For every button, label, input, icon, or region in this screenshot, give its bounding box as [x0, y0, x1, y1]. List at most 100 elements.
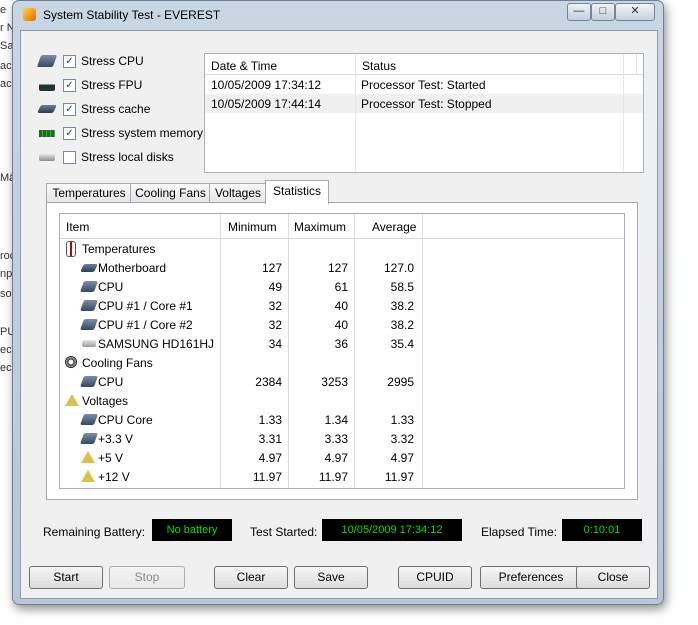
- preferences-button[interactable]: Preferences: [480, 566, 582, 589]
- log-row[interactable]: 10/05/2009 17:44:14 Processor Test: Stop…: [205, 94, 643, 113]
- disk-drive-icon: [82, 340, 96, 347]
- maximize-button[interactable]: □: [591, 3, 615, 21]
- cache-chip-icon: [37, 105, 57, 113]
- battery-display: No battery: [152, 519, 232, 541]
- stress-cache-label: Stress cache: [81, 102, 151, 116]
- table-row[interactable]: +12 V 11.97 11.97 11.97: [60, 467, 624, 486]
- header-maximum[interactable]: Maximum: [294, 220, 346, 234]
- table-row[interactable]: Motherboard 127 127 127.0: [60, 258, 624, 277]
- item-label: +3.3 V: [98, 432, 134, 446]
- thermometer-icon: [66, 241, 76, 257]
- min-value: 127: [261, 261, 282, 275]
- item-label: +5 V: [98, 451, 124, 465]
- cpu-chip-icon: [79, 376, 99, 387]
- battery-label: Remaining Battery:: [43, 525, 146, 539]
- clear-button[interactable]: Clear: [214, 566, 288, 589]
- stress-cache-checkbox[interactable]: ✓: [63, 102, 76, 116]
- max-value: 3253: [321, 375, 348, 389]
- table-row[interactable]: CPU Core 1.33 1.34 1.33: [60, 410, 624, 429]
- voltage-icon: [81, 451, 95, 463]
- min-value: 32: [268, 299, 282, 313]
- item-label: SAMSUNG HD161HJ: [98, 337, 215, 351]
- statistics-table[interactable]: Item Minimum Maximum Average Temperature…: [59, 213, 625, 489]
- stress-disks-checkbox[interactable]: [63, 150, 76, 164]
- stress-fpu-option[interactable]: ✓ Stress FPU: [39, 75, 142, 95]
- table-row[interactable]: Cooling Fans: [60, 353, 624, 372]
- minimize-button[interactable]: —: [567, 3, 591, 21]
- stress-memory-checkbox[interactable]: ✓: [63, 126, 76, 140]
- table-row[interactable]: CPU 49 61 58.5: [60, 277, 624, 296]
- table-row[interactable]: SAMSUNG HD161HJ 34 36 35.4: [60, 334, 624, 353]
- min-value: 49: [268, 280, 282, 294]
- close-button[interactable]: Close: [576, 566, 650, 589]
- avg-value: 3.32: [390, 432, 414, 446]
- avg-value: 11.97: [384, 470, 414, 484]
- table-row[interactable]: +3.3 V 3.31 3.33 3.32: [60, 429, 624, 448]
- table-row[interactable]: Voltages: [60, 391, 624, 410]
- log-header-status[interactable]: Status: [356, 54, 637, 74]
- disk-drive-icon: [39, 153, 55, 161]
- everest-app-icon: [23, 8, 36, 21]
- avg-value: 1.33: [390, 413, 414, 427]
- min-value: 32: [268, 318, 282, 332]
- log-datetime: 10/05/2009 17:34:12: [211, 77, 322, 92]
- tab-voltages[interactable]: Voltages: [209, 183, 267, 203]
- cpu-chip-icon: [79, 319, 99, 330]
- table-row[interactable]: Temperatures: [60, 239, 624, 258]
- stress-fpu-checkbox[interactable]: ✓: [63, 78, 76, 92]
- group-label: Temperatures: [82, 242, 156, 256]
- log-header-datetime[interactable]: Date & Time: [205, 54, 356, 74]
- max-value: 4.97: [324, 451, 348, 465]
- tab-statistics[interactable]: Statistics: [265, 180, 329, 204]
- max-value: 40: [334, 299, 348, 313]
- log-datetime: 10/05/2009 17:44:14: [211, 96, 322, 111]
- header-minimum[interactable]: Minimum: [228, 220, 277, 234]
- tab-temperatures[interactable]: Temperatures: [46, 183, 132, 203]
- fpu-icon: [39, 79, 55, 91]
- cpu-chip-icon: [36, 55, 58, 67]
- avg-value: 38.2: [390, 318, 414, 332]
- max-value: 3.33: [324, 432, 348, 446]
- cpu-chip-icon: [79, 433, 99, 444]
- max-value: 127: [327, 261, 348, 275]
- stress-disks-option[interactable]: Stress local disks: [39, 147, 174, 167]
- group-label: Voltages: [82, 394, 129, 408]
- item-label: CPU: [98, 280, 124, 294]
- statistics-panel: Item Minimum Maximum Average Temperature…: [46, 202, 638, 500]
- avg-value: 58.5: [390, 280, 414, 294]
- tab-cooling-fans[interactable]: Cooling Fans: [130, 183, 211, 203]
- status-log-list[interactable]: Date & Time Status 10/05/2009 17:34:12 P…: [204, 53, 644, 173]
- stress-memory-option[interactable]: ✓ Stress system memory: [39, 123, 203, 143]
- header-average[interactable]: Average: [372, 220, 416, 234]
- save-button[interactable]: Save: [294, 566, 368, 589]
- table-row[interactable]: CPU #1 / Core #2 32 40 38.2: [60, 315, 624, 334]
- close-window-button[interactable]: ✕: [615, 3, 655, 21]
- stress-cache-option[interactable]: ✓ Stress cache: [37, 99, 151, 119]
- min-value: 3.31: [258, 432, 282, 446]
- avg-value: 35.4: [390, 337, 414, 351]
- stress-cpu-checkbox[interactable]: ✓: [63, 54, 76, 68]
- cpu-chip-icon: [79, 300, 99, 311]
- avg-value: 2995: [387, 375, 414, 389]
- log-row[interactable]: 10/05/2009 17:34:12 Processor Test: Star…: [205, 75, 643, 94]
- bg-fragment: ec: [0, 362, 12, 374]
- voltage-icon: [65, 394, 79, 406]
- log-status: Processor Test: Started: [361, 77, 486, 92]
- header-item[interactable]: Item: [66, 220, 89, 234]
- avg-value: 38.2: [390, 299, 414, 313]
- max-value: 11.97: [318, 470, 348, 484]
- start-button[interactable]: Start: [29, 566, 103, 589]
- max-value: 61: [334, 280, 348, 294]
- title-bar[interactable]: System Stability Test - EVEREST — □ ✕: [13, 1, 663, 29]
- group-label: Cooling Fans: [82, 356, 153, 370]
- table-row[interactable]: CPU 2384 3253 2995: [60, 372, 624, 391]
- table-row[interactable]: +5 V 4.97 4.97 4.97: [60, 448, 624, 467]
- max-value: 1.34: [324, 413, 348, 427]
- avg-value: 127.0: [383, 261, 414, 275]
- cpuid-button[interactable]: CPUID: [398, 566, 472, 589]
- bg-fragment: ec: [0, 344, 12, 356]
- stress-cpu-option[interactable]: ✓ Stress CPU: [36, 51, 144, 71]
- stop-button[interactable]: Stop: [109, 566, 185, 589]
- elapsed-time-label: Elapsed Time:: [481, 525, 558, 539]
- table-row[interactable]: CPU #1 / Core #1 32 40 38.2: [60, 296, 624, 315]
